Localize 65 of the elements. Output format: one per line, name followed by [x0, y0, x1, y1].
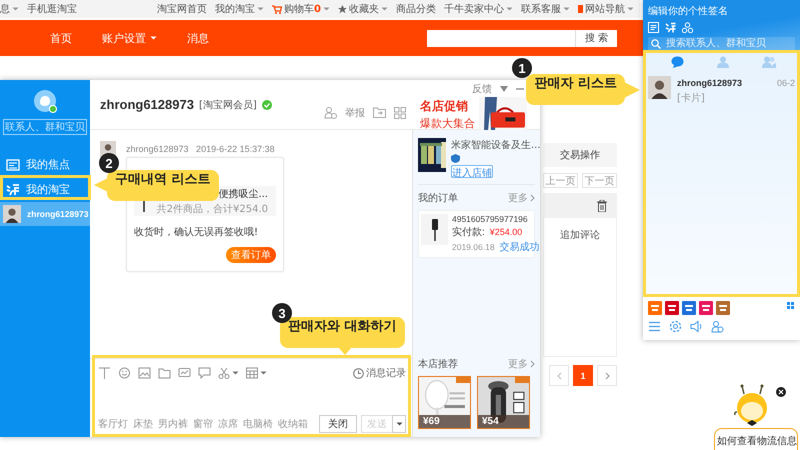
product-title: 便携吸尘... — [218, 188, 268, 200]
product-tile[interactable]: ¥54 — [477, 376, 530, 429]
paid-amount: ¥254.00 — [490, 227, 522, 237]
top-link[interactable]: 商品分类 — [396, 2, 436, 16]
order-number: 4951605795977196 — [452, 214, 529, 224]
callout-label: 구매내역 리스트 — [107, 170, 219, 201]
help-bubble[interactable]: 如何查看物流信息 — [714, 428, 798, 450]
prev-page-button[interactable]: 上一页 — [543, 173, 578, 188]
quick-phrase[interactable]: 客厅灯 — [98, 417, 128, 431]
order-date: 2019.06.18 — [452, 242, 495, 252]
product-tile[interactable]: ¥69 — [418, 376, 471, 429]
quick-phrase[interactable]: 电脑椅 — [243, 417, 273, 431]
contact-item[interactable]: zhrong6128973 06-2 [卡片] — [648, 76, 795, 105]
top-link[interactable]: 千牛卖家中心 — [444, 2, 513, 16]
top-link[interactable]: 购物车0 — [272, 2, 330, 16]
quick-phrase[interactable]: 窗帘 — [193, 417, 213, 431]
quick-phrase[interactable]: 男内裤 — [158, 417, 188, 431]
history-link[interactable]: 消息记录 — [353, 366, 406, 380]
member-label: [淘宝网会员] — [198, 98, 257, 112]
more-link[interactable]: 更多 — [508, 357, 535, 371]
top-link[interactable]: 息 — [0, 2, 19, 16]
sidebar-item[interactable]: 我的焦点 — [0, 152, 90, 177]
ad-banner-text: 名店促销 爆款大集合 — [420, 98, 475, 130]
enter-shop-button[interactable]: 进入店铺 — [451, 165, 493, 178]
step-number: 1 — [512, 58, 532, 78]
top-link[interactable]: 联系客服 — [521, 2, 570, 16]
search-button[interactable]: 搜 索 — [575, 30, 617, 46]
contact-name: zhrong6128973 — [100, 97, 194, 112]
top-link[interactable]: 我的淘宝 — [215, 2, 264, 16]
column-header: 交易操作 — [543, 143, 617, 167]
order-summary: 共2件商品，合计¥254.0 — [156, 202, 268, 216]
feedback-link[interactable]: 反馈 — [472, 82, 492, 96]
sidebar-item[interactable]: zhrong6128973 — [0, 202, 90, 226]
report-link[interactable]: 举报 — [345, 106, 365, 120]
top-link[interactable]: 手机逛淘宝 — [27, 2, 77, 16]
signature-field[interactable]: 编辑你的个性签名 — [648, 4, 795, 18]
nav-link[interactable]: 首页 — [50, 30, 72, 46]
section-title: 我的订单 — [418, 192, 458, 205]
message-preview: [卡片] — [677, 92, 706, 105]
next-page-button[interactable]: 下一页 — [582, 173, 617, 188]
product-price: ¥69 — [419, 415, 470, 428]
sidebar-item[interactable]: 我的淘宝 — [0, 177, 90, 202]
quick-phrase[interactable]: 收纳箱 — [278, 417, 308, 431]
quick-phrase[interactable]: 床垫 — [133, 417, 153, 431]
shop-name: 米家智能设备及生... — [451, 138, 541, 152]
product-price: ¥54 — [478, 415, 529, 428]
top-link[interactable]: 网站导航 — [578, 2, 634, 16]
top-link[interactable]: 淘宝网首页 — [157, 2, 208, 16]
page-button[interactable]: 1 — [573, 365, 593, 386]
order-status: 交易成功 — [500, 240, 540, 254]
quick-phrase[interactable]: 凉席 — [218, 417, 238, 431]
contact-name: zhrong6128973 — [677, 78, 742, 88]
top-link[interactable]: 收藏夹 — [338, 2, 388, 16]
view-order-button[interactable]: 查看订单 — [226, 247, 276, 263]
section-title: 本店推荐 — [418, 358, 458, 371]
card-note: 收货时，确认无误再签收哦! — [134, 226, 260, 239]
callout-label: 판매자와 대화하기 — [280, 317, 405, 348]
more-link[interactable]: 更多 — [508, 191, 535, 205]
paid-label: 实付款: — [452, 226, 485, 239]
nav-link[interactable]: 账户设置 — [102, 30, 157, 46]
nav-link[interactable]: 消息 — [187, 30, 209, 46]
close-button[interactable]: 关闭 — [319, 415, 357, 433]
message-date: 06-2 — [776, 78, 795, 88]
search-field[interactable]: 联系人、群和宝贝 — [3, 119, 87, 135]
message-meta: zhrong6128973 2019-6-22 15:37:38 — [126, 144, 275, 154]
